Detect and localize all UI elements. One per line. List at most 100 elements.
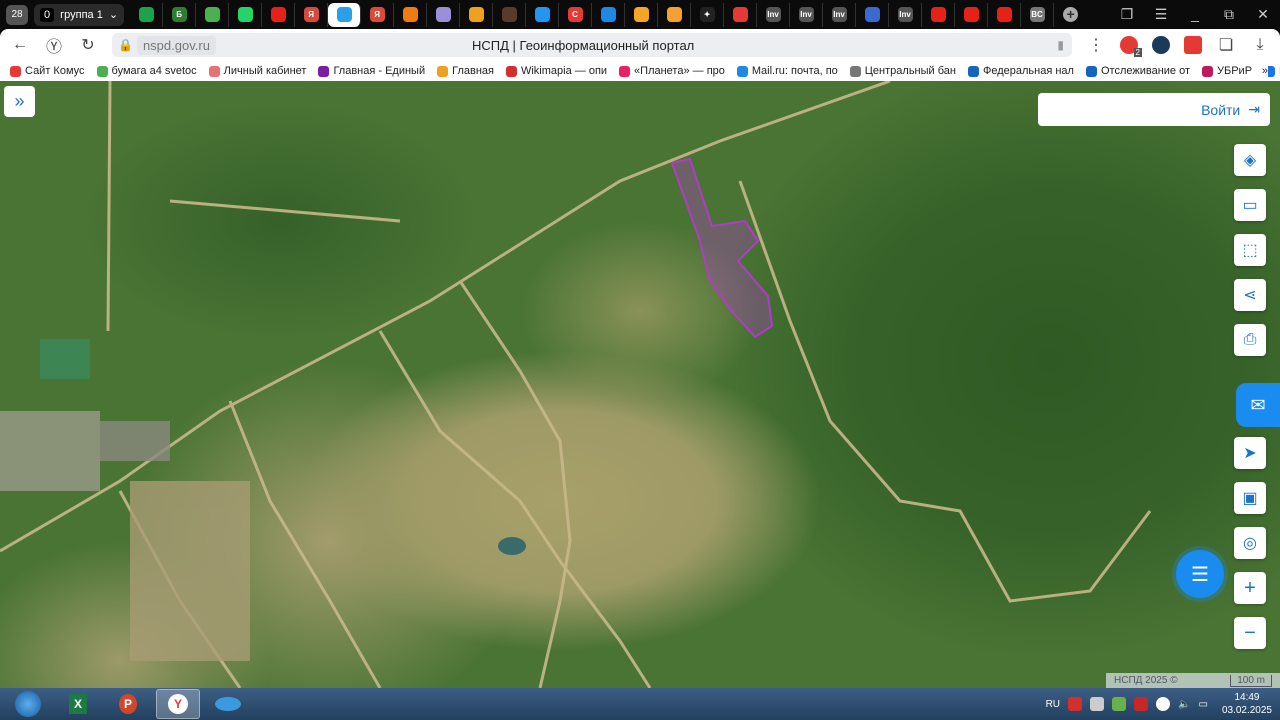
extension-icon[interactable] [1152,36,1170,54]
more-icon[interactable]: ⋮ [1086,35,1106,55]
bookmark-item[interactable]: Личный кабинет [208,65,306,77]
browser-tab[interactable] [625,2,659,27]
share-button[interactable]: ⋖ [1234,279,1266,311]
browser-tab[interactable]: C [559,2,593,27]
browser-tab[interactable]: Inv [790,2,824,27]
start-button[interactable] [6,689,50,719]
adblock-icon[interactable]: 2 [1120,36,1142,57]
select-area-button[interactable]: ⬚ [1234,234,1266,266]
group-label: группа 1 [60,8,103,21]
collections-icon[interactable]: ❏ [1216,35,1236,55]
browser-tab[interactable] [262,2,296,27]
bookmark-item[interactable]: Сайт Комус [10,65,85,77]
rocket-icon[interactable] [1184,36,1202,54]
tab-group[interactable]: 0 группа 1 ⌄ [34,3,125,26]
bookmark-item[interactable]: УБРиР [1202,65,1252,77]
browser-tab[interactable] [328,2,362,27]
tabs-overview-icon[interactable]: ❐ [1110,6,1144,23]
layers-button[interactable]: ◈ [1234,144,1266,176]
bookmarks-more-button[interactable]: » [1261,65,1268,77]
bookmark-item[interactable]: бумага а4 svetoc [96,65,197,77]
login-button[interactable]: Войти ⇥ [1038,93,1270,126]
browser-tab[interactable] [460,2,494,27]
yandex-browser-taskbar-icon[interactable]: Y [156,689,200,719]
browser-tab[interactable] [196,2,230,27]
tab-count-button[interactable]: 28 [6,4,28,25]
back-icon[interactable]: ← [10,36,30,54]
bookmark-item[interactable]: Отслеживание от [1085,65,1190,77]
inv-icon: Inv [765,7,781,22]
zoom-out-button[interactable]: − [1234,617,1266,649]
powerpoint-taskbar-icon[interactable]: P [106,689,150,719]
clock[interactable]: 14:49 03.02.2025 [1222,691,1272,717]
browser-tab[interactable] [955,2,989,27]
browser-tab[interactable]: ✦ [691,2,725,27]
bookmark-label: Mail.ru: почта, по [751,65,838,77]
restore-icon[interactable]: ⧉ [1212,6,1246,23]
excel-taskbar-icon[interactable]: X [56,689,100,719]
browser-tab[interactable] [526,2,560,27]
bookmark-item[interactable]: Федеральная нал [967,65,1074,77]
tray-cloud-icon[interactable] [1090,697,1105,711]
mailru-icon [600,7,616,22]
tab-strip: 28 0 группа 1 ⌄ Б Я Я C ✦ Inv Inv Inv Inv BC + ❐ ☰ … [0,0,1280,29]
browser-tab[interactable] [427,2,461,27]
bookmark-item[interactable]: Главная [437,65,494,77]
language-indicator[interactable]: RU [1046,699,1060,710]
browser-tab[interactable] [130,2,164,27]
minimize-icon[interactable]: _ [1178,6,1212,23]
app-taskbar-icon[interactable] [206,689,250,719]
bookmark-label: Отслеживание от [1100,65,1190,77]
locate-button[interactable]: ◎ [1234,527,1266,559]
download-icon[interactable]: ⤓ [1250,36,1270,54]
bookmark-item[interactable]: Mail.ru: почта, по [736,65,838,77]
close-icon[interactable]: ✕ [1246,6,1280,23]
map-canvas[interactable]: » Войти ⇥ ◈ ▭ ⬚ ⋖ ⎙ ✉ ➤ ▣ ◎ ☰ + − НСПД 20… [0,81,1280,688]
reload-icon[interactable]: ↻ [78,35,98,55]
browser-tab[interactable]: Inv [757,2,791,27]
browser-tab[interactable]: Inv [889,2,923,27]
browser-tab[interactable]: Я [361,2,395,27]
geolocation-button[interactable]: ➤ [1234,437,1266,469]
taskbar: X P Y RU 🔈 ▭ 14:49 03.02.2025 [0,688,1280,720]
bookmark-favicon-icon [96,65,108,77]
bookmark-item[interactable]: Центральный бан [849,65,956,77]
tray-battery-icon[interactable] [1134,697,1149,711]
tray-antivirus-icon[interactable] [1112,697,1127,711]
volume-icon[interactable]: 🔈 [1178,699,1190,710]
new-tab-button[interactable]: + [1054,3,1087,27]
tray-yandex-icon[interactable] [1156,697,1171,711]
browser-tab[interactable] [493,2,527,27]
zoom-in-button[interactable]: + [1234,572,1266,604]
browser-tab[interactable] [658,2,692,27]
bookmark-item[interactable]: «Планета» — про [619,65,725,77]
gosuslugi-feedback-button[interactable]: ✉ [1236,383,1280,427]
bookmark-item[interactable]: Главная - Единый [318,65,425,77]
browser-tab[interactable] [724,2,758,27]
menu-icon[interactable]: ☰ [1144,6,1178,23]
browser-tab[interactable]: Я [295,2,329,27]
browser-tab[interactable] [229,2,263,27]
expand-sidebar-button[interactable]: » [4,86,35,117]
browser-tab[interactable] [394,2,428,27]
print-button[interactable]: ⎙ [1234,324,1266,356]
browser-tab[interactable]: Б [163,2,197,27]
browser-tab[interactable]: Inv [823,2,857,27]
browser-tab[interactable]: BC [1021,2,1055,27]
browser-tab[interactable] [988,2,1022,27]
ruler-button[interactable]: ▭ [1234,189,1266,221]
url-field[interactable]: 🔒 nspd.gov.ru НСПД | Геоинформационный п… [112,33,1072,57]
network-icon[interactable]: ▭ [1198,699,1207,710]
minimap-button[interactable]: ▣ [1234,482,1266,514]
group-count: 0 [40,7,55,22]
browser-tab[interactable] [592,2,626,27]
tray-app-icon[interactable] [1068,697,1083,711]
browser-tab[interactable] [856,2,890,27]
bookmark-icon[interactable]: ▮ [1057,38,1064,52]
bookmark-item[interactable]: Wikimapia — опи [505,65,607,77]
map-icon [204,7,220,22]
chat-button[interactable]: ☰ [1176,550,1224,598]
browser-tab[interactable] [922,2,956,27]
app-icon [633,7,649,22]
yandex-icon[interactable]: Ⓨ [44,33,64,57]
